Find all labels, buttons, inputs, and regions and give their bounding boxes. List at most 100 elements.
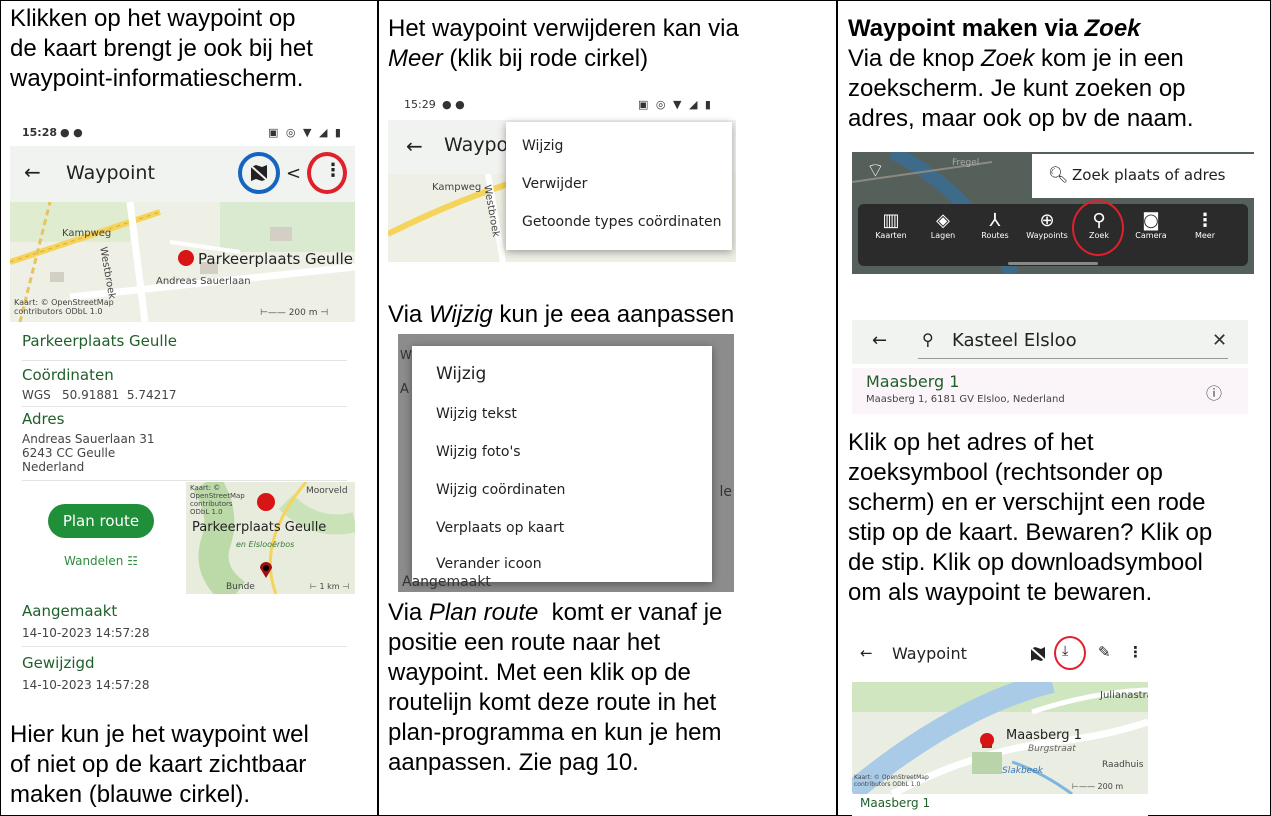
more-icon[interactable]: ⋮ bbox=[1128, 643, 1143, 661]
toolbar-layers[interactable]: ◈ Lagen bbox=[916, 210, 970, 240]
info-icon[interactable]: ⓘ bbox=[1206, 380, 1222, 404]
col2-bottom-line: positie een route naar het bbox=[388, 629, 661, 656]
result-title: Maasberg 1 bbox=[866, 372, 960, 391]
screen-title: Waypoint bbox=[66, 162, 155, 184]
toolbar-waypoints[interactable]: ⊕ Waypoints bbox=[1020, 210, 1074, 240]
col2-line2-rest: (klik bij rode cirkel) bbox=[442, 45, 649, 72]
menu-item-wijzig[interactable]: Wijzig bbox=[522, 138, 563, 154]
menu-item-coordinate-types[interactable]: Getoonde types coördinaten bbox=[522, 214, 721, 230]
search-bar: ← ⚲ Kasteel Elsloo ✕ bbox=[852, 320, 1248, 364]
column-divider bbox=[836, 0, 838, 816]
map-visibility-icon[interactable] bbox=[1029, 646, 1047, 662]
col2-line2: Meer (klik bij rode cirkel) bbox=[388, 44, 648, 74]
search-result-item[interactable]: Maasberg 1 Maasberg 1, 6181 GV Elsloo, N… bbox=[852, 368, 1248, 414]
more-icon: ⋮ bbox=[1196, 210, 1214, 231]
toolbar-label: Routes bbox=[981, 231, 1009, 240]
zoek-term: Zoek bbox=[1084, 15, 1141, 42]
col2-mid-pre: Via bbox=[388, 301, 429, 328]
status-time: 15:28 bbox=[22, 126, 58, 139]
divider bbox=[22, 480, 347, 481]
search-toolbar-screenshot: ⌔ Fregel 🔍︎ Zoek plaats of adres ▥ Kaarte… bbox=[852, 152, 1254, 274]
gesture-bar bbox=[1008, 262, 1098, 265]
map-street-label: Andreas Sauerlaan bbox=[156, 276, 251, 287]
toolbar-maps[interactable]: ▥ Kaarten bbox=[864, 210, 918, 240]
clear-icon[interactable]: ✕ bbox=[1212, 330, 1227, 351]
option-change-icon[interactable]: Verander icoon bbox=[436, 556, 542, 572]
search-query-input[interactable]: Kasteel Elsloo bbox=[952, 330, 1077, 351]
menu-item-verwijder[interactable]: Verwijder bbox=[522, 176, 587, 192]
option-move-on-map[interactable]: Verplaats op kaart bbox=[436, 520, 564, 536]
plan-route-term: Plan route bbox=[428, 599, 539, 626]
col3-p1-line: adres, maar ook op bv de naam. bbox=[848, 105, 1194, 132]
col2-bottom-pre: Via bbox=[388, 599, 429, 626]
address-line: 6243 CC Geulle bbox=[22, 446, 116, 460]
app-bar: ← Waypoint ⤓ ✎ ⋮ bbox=[852, 632, 1148, 678]
col2-bottom-line: plan-programma en kun je hem bbox=[388, 719, 722, 746]
waypoint-map[interactable]: Kampweg Westbroek Andreas Sauerlaan Park… bbox=[10, 202, 355, 322]
search-field[interactable]: 🔍︎ Zoek plaats of adres bbox=[1032, 154, 1254, 198]
search-icon: 🔍︎ bbox=[1048, 165, 1069, 184]
dimmed-text: A bbox=[400, 382, 409, 397]
toolbar-camera[interactable]: ◙ Camera bbox=[1124, 210, 1178, 240]
more-icon[interactable]: ⋮ bbox=[324, 160, 342, 181]
map-attribution: Kaart: © OpenStreetMap contributors ODbL… bbox=[854, 774, 929, 788]
app-bar: ← Waypoint < ⋮ bbox=[10, 146, 355, 202]
map-street-label: Julianastra bbox=[1100, 690, 1148, 701]
col2-bottom-line1: Via Plan route komt er vanaf je bbox=[388, 598, 722, 628]
divider bbox=[22, 646, 347, 647]
toolbar-more[interactable]: ⋮ Meer bbox=[1178, 210, 1232, 240]
plan-route-button[interactable]: Plan route bbox=[48, 504, 154, 538]
back-arrow-icon[interactable]: ← bbox=[872, 330, 887, 351]
toolbar-label: Meer bbox=[1194, 231, 1216, 240]
edit-dialog: Wijzig Wijzig tekst Wijzig foto's Wijzig… bbox=[412, 346, 712, 582]
edit-pencil-icon[interactable]: ✎ bbox=[1098, 643, 1111, 661]
route-mini-map[interactable]: Kaart: © OpenStreetMap contributors ODbL… bbox=[186, 482, 355, 594]
input-underline bbox=[918, 358, 1228, 359]
col2-bottom-line: waypoint. Met een klik op de bbox=[388, 659, 691, 686]
edit-dialog-screenshot: W A le Wijzig Wijzig tekst Wijzig foto's… bbox=[398, 334, 734, 592]
map-visibility-icon[interactable] bbox=[249, 164, 269, 182]
search-placeholder: Zoek plaats of adres bbox=[1072, 166, 1226, 184]
toolbar-label: Camera bbox=[1135, 231, 1167, 240]
toolbar-label: Kaarten bbox=[875, 231, 907, 240]
back-arrow-icon[interactable]: ← bbox=[24, 160, 41, 184]
coords-heading: Coördinaten bbox=[22, 366, 114, 384]
col1-intro-line1: Klikken op het waypoint op bbox=[10, 5, 296, 32]
mini-map-scale: ⊢ 1 km ⊣ bbox=[310, 582, 350, 591]
col3-heading: Waypoint maken via Zoek bbox=[848, 14, 1141, 44]
col2-bottom-rest: komt er vanaf je bbox=[538, 599, 723, 626]
map-street-label: Raadhuis bbox=[1102, 760, 1144, 770]
layers-icon: ◈ bbox=[936, 210, 950, 231]
address-line: Nederland bbox=[22, 460, 85, 474]
divider bbox=[22, 360, 347, 361]
crosshair-icon: ⊕ bbox=[1039, 210, 1055, 231]
col3-p2-line: de stip. Klik op downloadsymbool bbox=[848, 549, 1203, 576]
waypoint-name: Parkeerplaats Geulle bbox=[22, 332, 177, 350]
map-scale-value: 200 m bbox=[1097, 782, 1124, 791]
download-icon[interactable]: ⤓ bbox=[1062, 643, 1068, 659]
walk-mode-label: Wandelen bbox=[64, 554, 124, 568]
address-heading: Adres bbox=[22, 410, 65, 428]
map-marker-label: Maasberg 1 bbox=[1006, 728, 1082, 743]
col3-p1-line1: Via de knop Zoek kom je in een bbox=[848, 44, 1184, 74]
column-divider bbox=[377, 0, 379, 816]
changed-value: 14-10-2023 14:57:28 bbox=[22, 678, 150, 692]
back-arrow-icon[interactable]: ← bbox=[860, 644, 873, 662]
option-edit-photos[interactable]: Wijzig foto's bbox=[436, 444, 521, 460]
mini-map-marker-label: Parkeerplaats Geulle bbox=[192, 520, 327, 535]
back-arrow-icon[interactable]: ← bbox=[406, 134, 423, 158]
col2-mid-rest: kun je eea aanpassen bbox=[492, 301, 735, 328]
share-icon[interactable]: < bbox=[286, 163, 301, 184]
dimmed-created-label: Aangemaakt bbox=[402, 574, 491, 590]
walk-mode-selector[interactable]: Wandelen ☷ bbox=[64, 554, 138, 568]
zoek-term: Zoek bbox=[981, 45, 1035, 72]
map-water-label: Slakbeek bbox=[1002, 766, 1043, 776]
waypoint-map[interactable]: Julianastra Maasberg 1 Burgstraat Slakbe… bbox=[852, 682, 1148, 794]
location-icon[interactable]: ⌔ bbox=[866, 158, 885, 183]
toolbar-routes[interactable]: ⅄ Routes bbox=[968, 210, 1022, 240]
option-edit-coordinates[interactable]: Wijzig coördinaten bbox=[436, 482, 565, 498]
mini-map-scale-value: 1 km bbox=[319, 582, 340, 591]
col3-p1-rest: kom je in een bbox=[1034, 45, 1184, 72]
coords-value: 50.91881 5.74217 bbox=[62, 388, 177, 402]
option-edit-text[interactable]: Wijzig tekst bbox=[436, 406, 517, 422]
